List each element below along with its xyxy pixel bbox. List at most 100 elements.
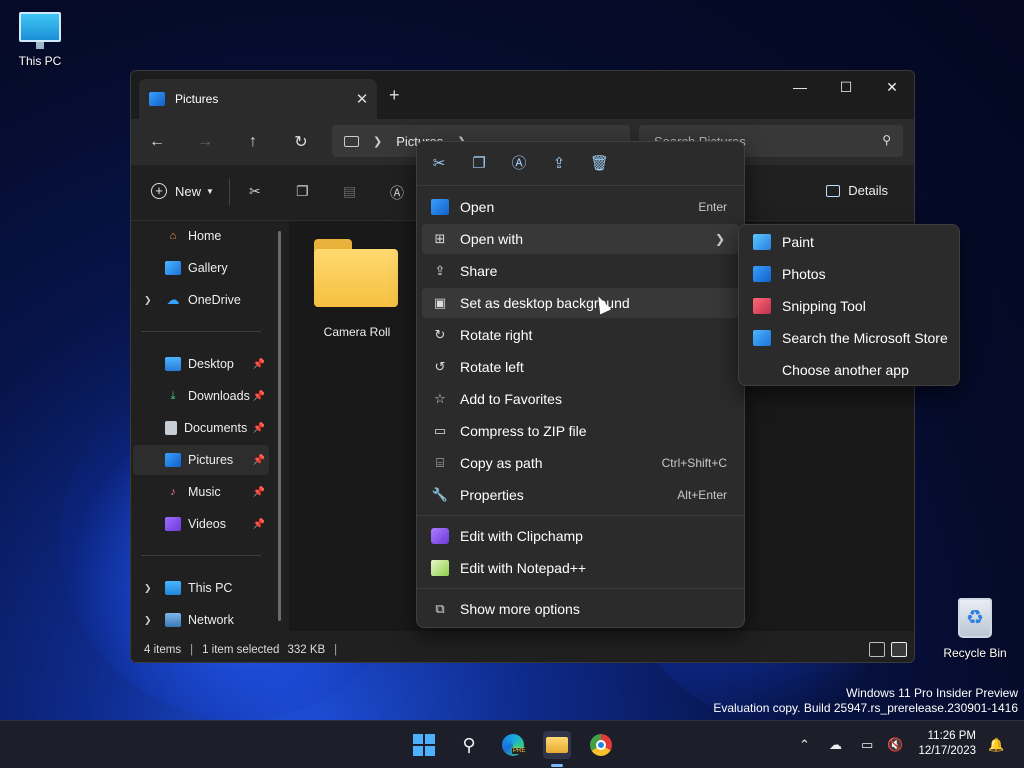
sidebar-item-label: Gallery <box>188 261 228 275</box>
chevron-right-icon[interactable]: ❯ <box>144 295 152 306</box>
os-watermark: Windows 11 Pro Insider Preview Evaluatio… <box>713 686 1018 716</box>
pin-icon[interactable]: 📌 <box>253 423 265 434</box>
onedrive-icon[interactable]: ☁ <box>829 737 842 753</box>
delete-icon[interactable]: 🗑 <box>590 155 609 173</box>
chevron-right-icon: ❯ <box>373 135 383 148</box>
search-icon[interactable]: ⚲ <box>455 731 483 759</box>
menu-shortcut: Alt+Enter <box>677 488 727 502</box>
submenu-item-microsoft-store[interactable]: Search the Microsoft Store <box>744 323 956 353</box>
submenu-item-snipping-tool[interactable]: Snipping Tool <box>744 291 956 321</box>
cut-icon[interactable]: ✂ <box>430 155 448 173</box>
menu-item-set-desktop-background[interactable]: ▣ Set as desktop background <box>422 288 739 318</box>
menu-item-copy-as-path[interactable]: ⌸ Copy as path Ctrl+Shift+C <box>422 448 739 478</box>
desktop-icon-this-pc[interactable]: This PC <box>0 12 80 68</box>
paint-icon <box>753 234 771 250</box>
refresh-icon[interactable]: ↻ <box>287 129 315 155</box>
pin-icon[interactable]: 📌 <box>253 487 265 498</box>
start-button[interactable] <box>410 731 438 759</box>
folder-item[interactable]: Camera Roll <box>314 239 400 339</box>
new-tab-button[interactable]: + <box>389 85 400 106</box>
back-arrow-icon[interactable]: ← <box>143 129 171 155</box>
submenu-item-choose-another-app[interactable]: Choose another app <box>744 355 956 385</box>
menu-item-properties[interactable]: 🔧 Properties Alt+Enter <box>422 480 739 510</box>
menu-item-add-to-favorites[interactable]: ☆ Add to Favorites <box>422 384 739 414</box>
sidebar-item-label: Documents <box>184 421 248 435</box>
minimize-button[interactable]: — <box>777 71 823 103</box>
menu-item-rotate-left[interactable]: ↺ Rotate left <box>422 352 739 382</box>
cut-icon[interactable]: ✂ <box>249 183 261 200</box>
file-explorer-taskbar-button[interactable] <box>543 731 571 759</box>
menu-item-open[interactable]: Open Enter <box>422 192 739 222</box>
network-status-icon[interactable]: ▭ <box>861 737 873 753</box>
submenu-item-paint[interactable]: Paint <box>744 227 956 257</box>
menu-item-edit-clipchamp[interactable]: Edit with Clipchamp <box>422 521 739 551</box>
submenu-item-photos[interactable]: Photos <box>744 259 956 289</box>
details-view-icon[interactable] <box>869 642 885 657</box>
menu-item-compress-zip[interactable]: ▭ Compress to ZIP file <box>422 416 739 446</box>
copy-icon[interactable]: ❐ <box>296 183 309 200</box>
menu-item-show-more-options[interactable]: ⧉ Show more options <box>422 594 739 624</box>
paste-icon[interactable]: ▤ <box>343 183 356 200</box>
context-menu: ✂ ❐ Ⓐ ⇪ 🗑 Open Enter ⊞ Open with ❯ ⇪ Sha… <box>416 141 745 628</box>
sidebar-item-network[interactable]: ❯ Network <box>133 605 269 635</box>
status-bar: 4 items | 1 item selected 332 KB | <box>131 638 914 662</box>
rename-icon[interactable]: Ⓐ <box>390 183 404 203</box>
menu-item-edit-notepadpp[interactable]: Edit with Notepad++ <box>422 553 739 583</box>
notification-bell-icon[interactable]: 🔔 <box>988 737 1004 753</box>
details-button[interactable]: Details <box>826 183 888 198</box>
system-clock[interactable]: 11:26 PM 12/17/2023 <box>918 729 976 759</box>
menu-item-label: Compress to ZIP file <box>460 423 587 439</box>
zip-icon: ▭ <box>433 423 447 438</box>
sidebar-item-home[interactable]: ⌂ Home <box>133 221 269 251</box>
image-icon <box>431 199 449 215</box>
rotate-right-icon: ↻ <box>434 327 446 342</box>
wallpaper-icon: ▣ <box>433 295 447 310</box>
up-arrow-icon[interactable]: ↑ <box>239 129 267 155</box>
sidebar-item-desktop[interactable]: Desktop 📌 <box>133 349 269 379</box>
new-button[interactable]: + New ▼ <box>151 183 214 199</box>
tab-pictures[interactable]: Pictures ✕ <box>139 79 377 119</box>
sidebar-item-gallery[interactable]: Gallery <box>133 253 269 283</box>
chevron-down-icon: ▼ <box>206 186 214 196</box>
maximize-button[interactable]: ☐ <box>823 71 869 103</box>
monitor-icon <box>344 135 359 147</box>
menu-shortcut: Ctrl+Shift+C <box>661 456 727 470</box>
item-count: 4 items <box>144 644 182 656</box>
volume-muted-icon[interactable]: 🔇 <box>887 737 903 753</box>
desktop-icon-recycle-bin[interactable]: ♻ Recycle Bin <box>935 598 1015 660</box>
title-bar: Pictures ✕ + — ☐ ✕ <box>131 71 914 119</box>
edge-dev-button[interactable]: PRE <box>499 731 527 759</box>
pin-icon[interactable]: 📌 <box>253 519 265 530</box>
sidebar-item-onedrive[interactable]: ❯ ☁ OneDrive <box>133 285 269 315</box>
menu-item-open-with[interactable]: ⊞ Open with ❯ <box>422 224 739 254</box>
sidebar-item-music[interactable]: ♪ Music 📌 <box>133 477 269 507</box>
pin-icon[interactable]: 📌 <box>253 455 265 466</box>
chrome-button[interactable] <box>587 731 615 759</box>
pin-icon[interactable]: 📌 <box>253 359 265 370</box>
chevron-right-icon[interactable]: ❯ <box>144 615 152 626</box>
sidebar-item-downloads[interactable]: ⤓ Downloads 📌 <box>133 381 269 411</box>
large-icons-view-icon[interactable] <box>891 642 907 657</box>
close-window-button[interactable]: ✕ <box>869 71 914 103</box>
rename-icon[interactable]: Ⓐ <box>510 155 528 173</box>
pin-icon[interactable]: 📌 <box>253 391 265 402</box>
sidebar-scrollbar[interactable] <box>278 231 281 621</box>
share-icon[interactable]: ⇪ <box>550 155 568 173</box>
close-tab-icon[interactable]: ✕ <box>347 90 377 108</box>
folder-name: Camera Roll <box>323 325 391 339</box>
star-icon: ☆ <box>434 391 446 406</box>
sidebar-item-pictures[interactable]: Pictures 📌 <box>133 445 269 475</box>
clipchamp-icon <box>431 528 449 544</box>
clock-date: 12/17/2023 <box>918 745 976 757</box>
menu-item-share[interactable]: ⇪ Share <box>422 256 739 286</box>
sidebar-item-this-pc[interactable]: ❯ This PC <box>133 573 269 603</box>
navigation-pane: ⌂ Home Gallery ❯ ☁ OneDrive Desktop 📌 ⤓ … <box>131 221 281 631</box>
chevron-up-icon[interactable]: ⌃ <box>799 737 810 753</box>
copy-icon[interactable]: ❐ <box>470 155 488 173</box>
sidebar-item-documents[interactable]: Documents 📌 <box>133 413 269 443</box>
menu-item-rotate-right[interactable]: ↻ Rotate right <box>422 320 739 350</box>
sidebar-item-videos[interactable]: Videos 📌 <box>133 509 269 539</box>
sidebar-item-label: This PC <box>188 581 233 595</box>
chevron-right-icon[interactable]: ❯ <box>144 583 152 594</box>
forward-arrow-icon[interactable]: → <box>191 129 219 155</box>
